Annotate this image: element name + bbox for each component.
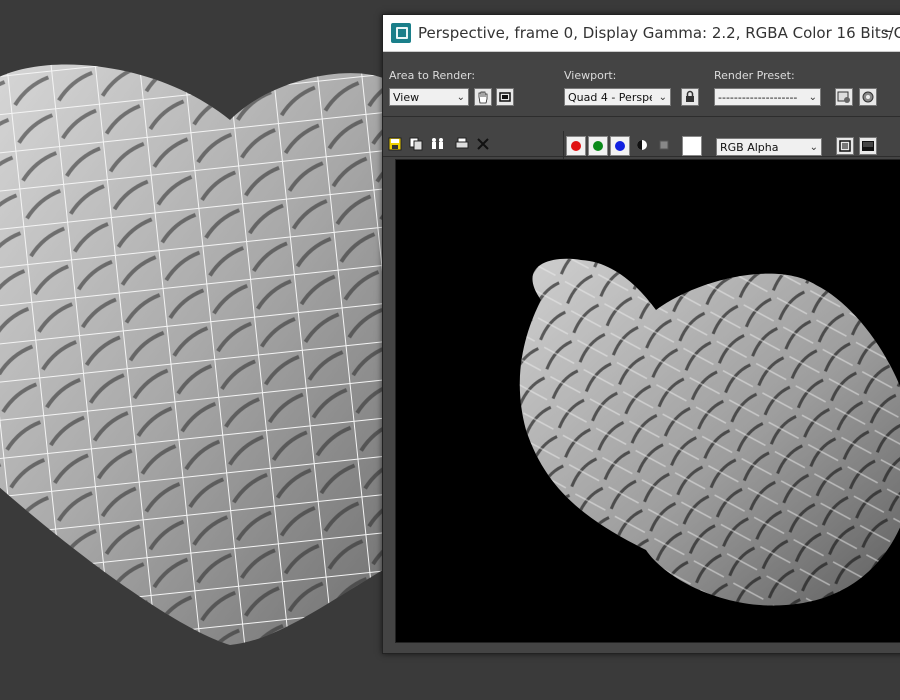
display-alpha-icon[interactable]	[836, 137, 854, 155]
hand-icon[interactable]	[474, 88, 492, 106]
render-preset-value: --------------------	[718, 91, 798, 104]
area-to-render-dropdown[interactable]: View ⌄	[389, 88, 469, 106]
save-icon[interactable]	[386, 137, 404, 155]
render-output-area[interactable]	[395, 159, 900, 643]
channel-display-dropdown[interactable]: RGB Alpha ⌄	[716, 138, 822, 156]
print-icon[interactable]	[453, 137, 471, 155]
app-icon	[391, 23, 411, 43]
toolbar-bottom-divider	[383, 156, 900, 157]
green-channel-icon	[593, 141, 603, 151]
rendered-heart-image	[519, 258, 900, 606]
copy-icon[interactable]	[407, 137, 425, 155]
region-icon[interactable]	[496, 88, 514, 106]
rendered-frame-window[interactable]: Perspective, frame 0, Display Gamma: 2.2…	[382, 14, 900, 654]
display-rgb-icon[interactable]	[859, 137, 877, 155]
chevron-down-icon: ⌄	[456, 92, 465, 103]
toolbar-separator	[563, 131, 564, 159]
monochrome-icon[interactable]	[633, 138, 651, 156]
alpha-channel-icon[interactable]	[655, 138, 673, 156]
render-preset-label: Render Preset:	[714, 69, 795, 82]
minimize-button[interactable]: –	[877, 19, 899, 43]
red-channel-icon	[571, 141, 581, 151]
lock-icon[interactable]	[681, 88, 699, 106]
blue-channel-button[interactable]	[610, 136, 630, 156]
chevron-down-icon: ⌄	[808, 92, 817, 103]
area-to-render-value: View	[393, 91, 420, 104]
channel-display-value: RGB Alpha	[720, 141, 779, 154]
color-swatch-icon[interactable]	[682, 136, 702, 156]
viewport-label: Viewport:	[564, 69, 617, 82]
chevron-down-icon: ⌄	[658, 92, 667, 103]
green-channel-button[interactable]	[588, 136, 608, 156]
red-channel-button[interactable]	[566, 136, 586, 156]
area-to-render-label: Area to Render:	[389, 69, 476, 82]
viewport-value: Quad 4 - Perspective	[568, 91, 652, 104]
chevron-down-icon: ⌄	[809, 142, 818, 153]
viewport-dropdown[interactable]: Quad 4 - Perspective ⌄	[564, 88, 671, 106]
clear-icon[interactable]	[474, 137, 492, 155]
render-setup-icon[interactable]	[835, 88, 853, 106]
render-preset-dropdown[interactable]: -------------------- ⌄	[714, 88, 821, 106]
clone-icon[interactable]	[429, 137, 447, 155]
title-bar[interactable]: Perspective, frame 0, Display Gamma: 2.2…	[383, 15, 900, 52]
toolbar-divider	[383, 116, 900, 117]
blue-channel-icon	[615, 141, 625, 151]
window-title: Perspective, frame 0, Display Gamma: 2.2…	[418, 24, 900, 42]
environment-icon[interactable]	[859, 88, 877, 106]
